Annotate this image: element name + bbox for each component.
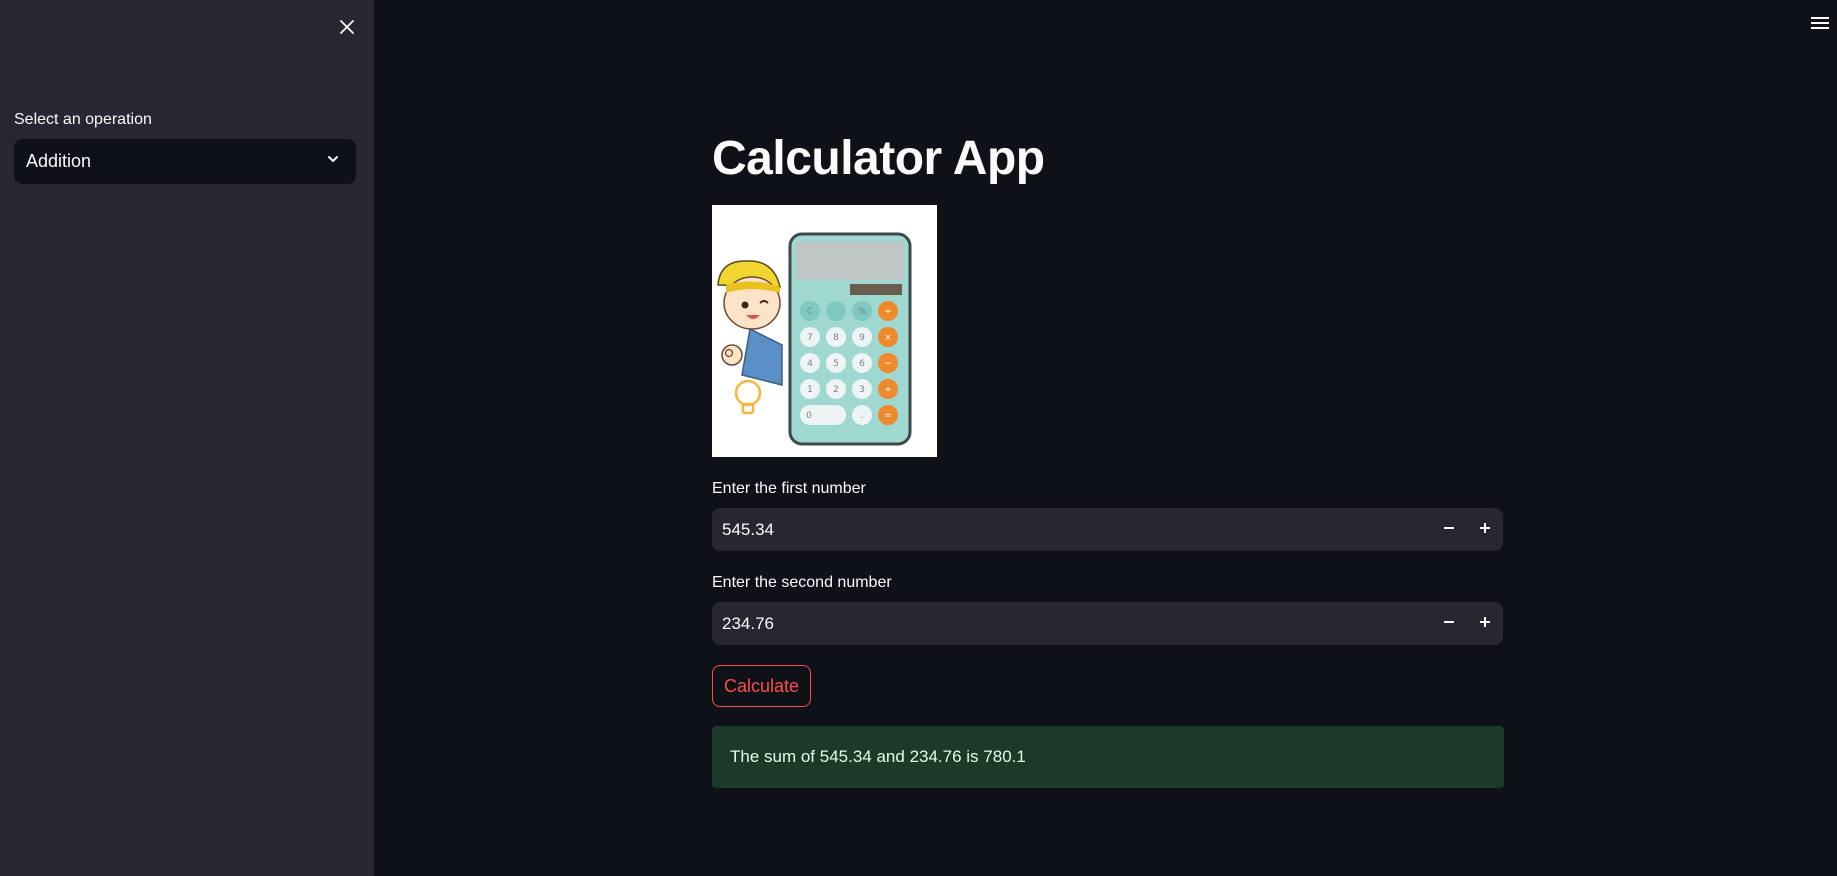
minus-icon xyxy=(1443,615,1455,633)
svg-text:.: . xyxy=(861,411,864,421)
svg-text:%: % xyxy=(858,307,867,317)
page-title: Calculator App xyxy=(712,132,1045,185)
svg-text:−: − xyxy=(884,359,892,369)
result-success-alert: The sum of 545.34 and 234.76 is 780.1 xyxy=(712,726,1504,788)
svg-text:C: C xyxy=(807,307,813,317)
svg-text:4: 4 xyxy=(807,359,813,369)
svg-text:6: 6 xyxy=(859,359,865,369)
app: Select an operation Addition Calculator … xyxy=(0,0,1837,876)
svg-text:+: + xyxy=(884,385,892,395)
second-number-label: Enter the second number xyxy=(712,574,892,591)
chevron-down-icon xyxy=(326,152,340,171)
svg-text:0: 0 xyxy=(806,411,812,421)
svg-text:2: 2 xyxy=(833,385,839,395)
calculate-button[interactable]: Calculate xyxy=(712,665,811,707)
second-number-decrement-button[interactable] xyxy=(1431,602,1467,645)
plus-icon xyxy=(1479,521,1491,539)
result-text: The sum of 545.34 and 234.76 is 780.1 xyxy=(730,747,1026,766)
operation-label: Select an operation xyxy=(14,111,152,128)
svg-text:7: 7 xyxy=(807,333,813,343)
second-number-value[interactable]: 234.76 xyxy=(712,614,1431,634)
first-number-label: Enter the first number xyxy=(712,480,866,497)
calculator-illustration: C % ÷ 7 8 9 × 4 5 6 − 1 2 3 + 0. = xyxy=(712,205,937,457)
minus-icon xyxy=(1443,521,1455,539)
svg-text:3: 3 xyxy=(859,385,865,395)
svg-text:1: 1 xyxy=(807,385,813,395)
hamburger-menu-icon xyxy=(1811,16,1829,35)
svg-text:=: = xyxy=(884,411,892,421)
svg-text:×: × xyxy=(884,333,892,343)
main-menu-button[interactable] xyxy=(1808,14,1832,36)
second-number-increment-button[interactable] xyxy=(1467,602,1503,645)
first-number-increment-button[interactable] xyxy=(1467,508,1503,551)
svg-text:9: 9 xyxy=(859,333,865,343)
plus-icon xyxy=(1479,615,1491,633)
sidebar: Select an operation Addition xyxy=(0,0,374,876)
operation-select[interactable]: Addition xyxy=(14,139,356,184)
second-number-input[interactable]: 234.76 xyxy=(712,602,1503,645)
first-number-input[interactable]: 545.34 xyxy=(712,508,1503,551)
first-number-decrement-button[interactable] xyxy=(1431,508,1467,551)
svg-text:8: 8 xyxy=(833,333,839,343)
operation-selected-value: Addition xyxy=(26,151,92,171)
sidebar-close-button[interactable] xyxy=(334,16,360,42)
svg-text:5: 5 xyxy=(833,359,839,369)
close-icon xyxy=(339,19,355,40)
first-number-value[interactable]: 545.34 xyxy=(712,520,1431,540)
svg-text:÷: ÷ xyxy=(884,307,892,317)
